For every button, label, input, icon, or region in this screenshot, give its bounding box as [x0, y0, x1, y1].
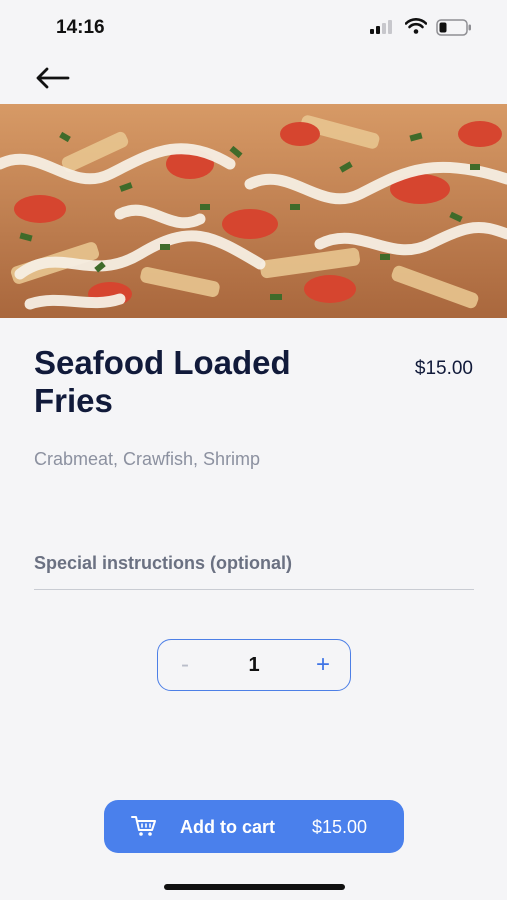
status-bar: 14:16: [0, 0, 507, 56]
battery-icon: [436, 19, 471, 36]
back-button[interactable]: [32, 62, 72, 94]
item-price: $15.00: [414, 358, 473, 379]
quantity-stepper: - 1 +: [157, 639, 351, 691]
add-to-cart-button[interactable]: Add to cart $15.00: [104, 800, 404, 853]
cart-icon: [131, 816, 156, 836]
add-to-cart-price: $15.00: [312, 817, 368, 837]
wifi-icon: [405, 18, 427, 34]
back-arrow-icon: [36, 67, 70, 89]
food-image-illustration: [0, 104, 507, 318]
status-time: 14:16: [56, 17, 105, 38]
item-description: Crabmeat, Crawfish, Shrimp: [34, 449, 261, 469]
food-image: [0, 104, 507, 318]
increase-quantity-button[interactable]: +: [296, 640, 350, 690]
decrease-quantity-button[interactable]: -: [158, 640, 212, 690]
item-title: Seafood Loaded Fries: [34, 344, 291, 419]
add-to-cart-label: Add to cart: [180, 817, 276, 837]
signal-icon: [370, 20, 392, 34]
home-indicator: [164, 884, 345, 890]
special-instructions-field[interactable]: [34, 538, 474, 590]
quantity-value: 1: [248, 653, 260, 676]
